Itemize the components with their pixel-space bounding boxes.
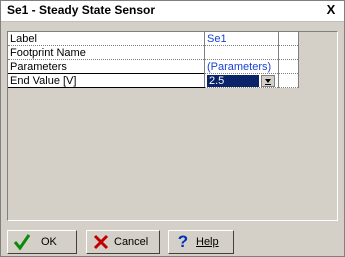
dropdown-button[interactable] [261,74,275,87]
close-button[interactable]: X [324,2,338,18]
property-name: End Value [V] [8,73,205,88]
help-label: Help [196,236,219,248]
property-row-end-value[interactable]: End Value [V] 2.5 [8,73,299,88]
property-row-label[interactable]: Label Se1 [8,32,299,46]
down-arrow-icon [265,78,271,85]
window-title: Se1 - Steady State Sensor [7,3,156,17]
property-row-footprint-name[interactable]: Footprint Name [8,45,299,60]
property-grid: Label Se1 Footprint Name Parameters (Par… [7,31,338,221]
ok-button[interactable]: OK [7,230,77,254]
ok-label: OK [41,236,57,248]
help-button[interactable]: ? Help [168,230,234,254]
property-value[interactable] [204,45,279,60]
end-value-cell[interactable]: 2.5 [204,73,279,88]
x-icon [92,233,110,251]
checkmark-icon [13,233,31,251]
cancel-label: Cancel [114,236,149,248]
property-name: Footprint Name [8,45,205,60]
property-value[interactable]: Se1 [204,32,279,46]
property-name: Parameters [8,59,205,74]
property-name: Label [8,32,205,46]
property-row-parameters[interactable]: Parameters (Parameters) [8,59,299,74]
end-value-input[interactable]: 2.5 [207,74,259,87]
property-value[interactable]: (Parameters) [204,59,279,74]
cancel-button[interactable]: Cancel [86,230,160,254]
title-bar: Se1 - Steady State Sensor X [1,1,344,22]
dialog-window: Se1 - Steady State Sensor X Label Se1 Fo… [0,0,345,257]
question-mark-icon: ? [177,232,189,251]
